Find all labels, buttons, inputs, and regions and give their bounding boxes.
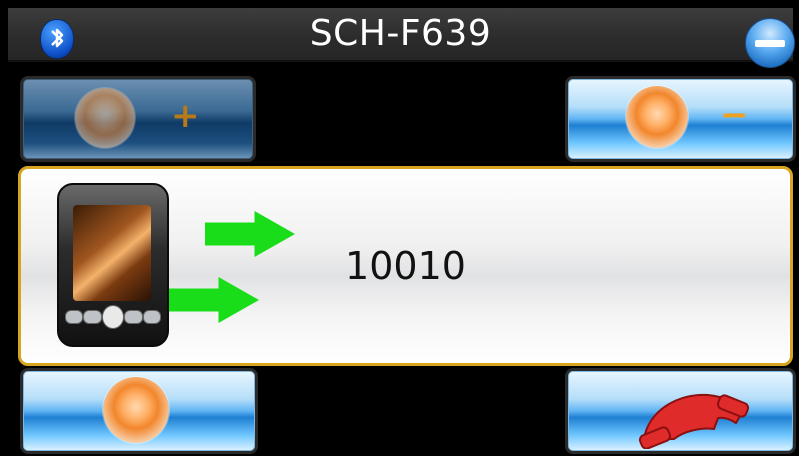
title-bar: SCH-F639 — [8, 8, 795, 68]
page-title: SCH-F639 — [309, 13, 492, 54]
hang-up-icon — [638, 393, 750, 449]
phone-device-icon — [57, 183, 169, 347]
volume-down-button[interactable]: − — [565, 76, 796, 162]
plus-icon: + — [171, 96, 200, 136]
minimize-icon[interactable] — [745, 18, 795, 68]
call-number: 10010 — [345, 244, 466, 288]
hang-up-button[interactable] — [565, 368, 796, 454]
speaker-icon — [626, 86, 688, 148]
speaker-icon — [103, 377, 169, 443]
minus-icon: − — [720, 95, 749, 135]
speaker-icon — [75, 88, 135, 148]
speaker-button[interactable] — [20, 368, 258, 454]
call-panel: 10010 — [18, 166, 793, 366]
outgoing-arrow-icon — [169, 277, 259, 323]
volume-up-button[interactable]: + — [20, 76, 256, 162]
